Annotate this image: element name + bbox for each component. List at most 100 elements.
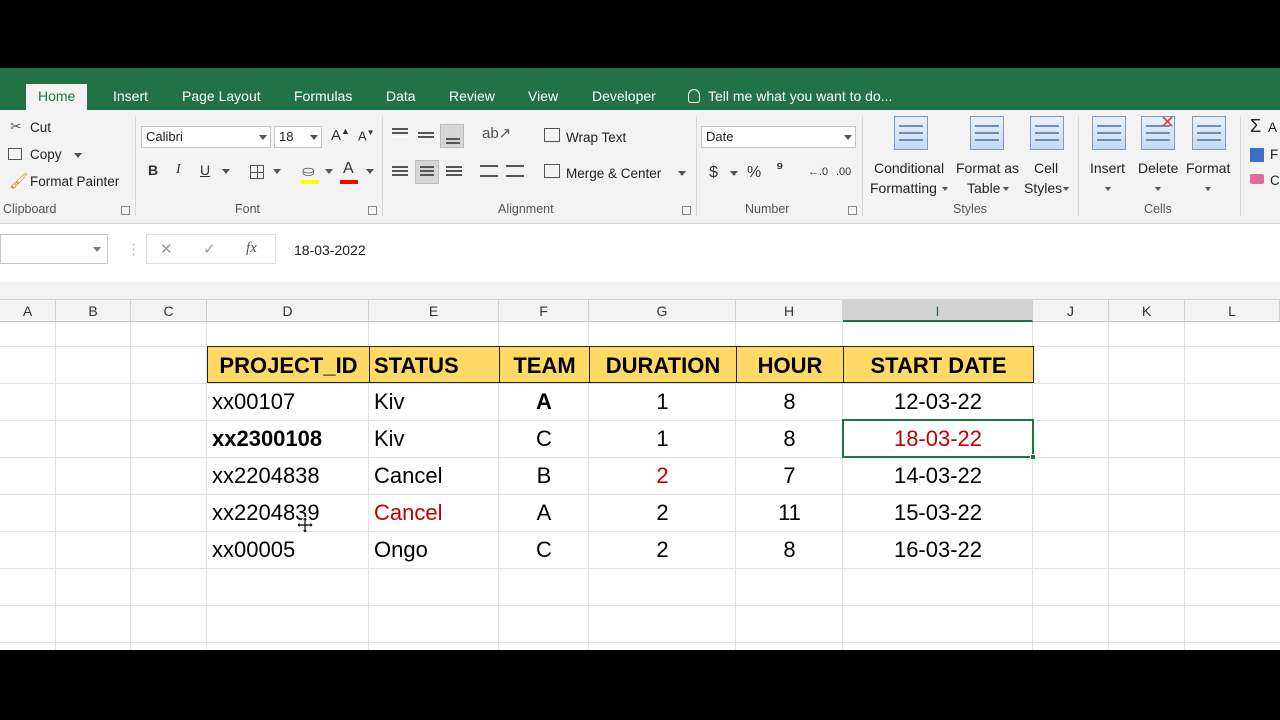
header-project-id[interactable]: PROJECT_ID: [207, 346, 370, 383]
cancel-icon[interactable]: ✕: [160, 240, 173, 258]
align-right-icon[interactable]: [446, 166, 462, 168]
grow-font-button[interactable]: A▲: [331, 126, 350, 144]
top-align-icon[interactable]: [392, 128, 408, 130]
cell-team[interactable]: A: [499, 494, 589, 531]
wrap-text-button[interactable]: Wrap Text: [566, 130, 626, 145]
cell-team[interactable]: A: [499, 383, 589, 420]
font-color-button[interactable]: A: [343, 160, 354, 178]
increase-indent-icon[interactable]: [506, 165, 524, 177]
borders-icon[interactable]: [250, 165, 264, 179]
tab-insert[interactable]: Insert: [101, 84, 160, 110]
font-launcher-icon[interactable]: [368, 206, 377, 215]
header-duration[interactable]: DURATION: [589, 346, 737, 383]
conditional-formatting-label2[interactable]: Formatting: [870, 180, 937, 196]
cell-duration[interactable]: 2: [589, 494, 736, 531]
column-header-h[interactable]: H: [736, 300, 843, 322]
column-header-f[interactable]: F: [499, 300, 589, 322]
cell-status[interactable]: Cancel: [369, 457, 499, 494]
delete-cells-button[interactable]: Delete: [1138, 160, 1178, 176]
cell-team[interactable]: B: [499, 457, 589, 494]
comma-style-button[interactable]: ⁹: [776, 160, 784, 178]
conditional-formatting-label1[interactable]: Conditional: [874, 160, 944, 176]
middle-align-icon[interactable]: [418, 132, 434, 134]
format-dropdown-icon[interactable]: [1205, 187, 1211, 191]
increase-decimal-button[interactable]: ←.0: [808, 166, 828, 178]
format-cells-button[interactable]: Format: [1186, 160, 1230, 176]
cell-project-id[interactable]: xx2204838: [207, 457, 369, 494]
tab-developer[interactable]: Developer: [580, 84, 668, 110]
header-start-date[interactable]: START DATE: [843, 346, 1034, 383]
column-header-a[interactable]: A: [0, 300, 56, 322]
tab-home[interactable]: Home: [26, 84, 88, 110]
cell-duration[interactable]: 2: [589, 457, 736, 494]
formula-input[interactable]: 18-03-2022: [294, 242, 366, 258]
cell-styles-dropdown-icon[interactable]: [1063, 187, 1069, 191]
copy-button[interactable]: Copy: [30, 147, 62, 162]
copy-dropdown-icon[interactable]: [74, 153, 82, 158]
header-team[interactable]: TEAM: [499, 346, 590, 383]
format-as-table-label2[interactable]: Table: [967, 180, 1000, 196]
insert-function-button[interactable]: fx: [246, 240, 257, 257]
delete-dropdown-icon[interactable]: [1155, 187, 1161, 191]
name-box[interactable]: [0, 234, 108, 264]
cell-start-date[interactable]: 12-03-22: [843, 383, 1033, 420]
cell-project-id[interactable]: xx00107: [207, 383, 369, 420]
decrease-decimal-button[interactable]: .00: [836, 166, 851, 178]
alignment-launcher-icon[interactable]: [682, 206, 691, 215]
cell-start-date[interactable]: 15-03-22: [843, 494, 1033, 531]
tab-view[interactable]: View: [516, 84, 570, 110]
currency-button[interactable]: $: [709, 164, 718, 182]
autosum-icon[interactable]: Σ: [1250, 116, 1261, 137]
cut-button[interactable]: Cut: [30, 120, 51, 135]
borders-dropdown-icon[interactable]: [273, 169, 281, 174]
cell-hour[interactable]: 8: [736, 383, 843, 420]
cell-hour[interactable]: 8: [736, 531, 843, 568]
merge-center-button[interactable]: Merge & Center: [566, 166, 661, 181]
italic-button[interactable]: I: [176, 162, 181, 178]
orientation-icon[interactable]: ab↗: [482, 124, 511, 142]
clear-icon[interactable]: [1250, 174, 1264, 184]
number-format-select[interactable]: Date: [701, 126, 856, 148]
number-launcher-icon[interactable]: [848, 206, 857, 215]
column-header-d[interactable]: D: [207, 300, 369, 322]
column-header-j[interactable]: J: [1033, 300, 1109, 322]
cell-duration[interactable]: 2: [589, 531, 736, 568]
currency-dropdown-icon[interactable]: [730, 171, 738, 176]
worksheet-grid[interactable]: PROJECT_ID STATUS TEAM DURATION HOUR STA…: [0, 322, 1280, 650]
column-header-e[interactable]: E: [369, 300, 499, 322]
cell-hour[interactable]: 8: [736, 420, 843, 457]
header-hour[interactable]: HOUR: [736, 346, 844, 383]
cell-hour[interactable]: 7: [736, 457, 843, 494]
fill-handle[interactable]: [1030, 454, 1036, 460]
format-as-table-label1[interactable]: Format as: [956, 160, 1019, 176]
clipboard-launcher-icon[interactable]: [121, 206, 130, 215]
cell-project-id[interactable]: xx2204839: [207, 494, 369, 531]
font-color-dropdown-icon[interactable]: [366, 169, 374, 174]
cell-project-id[interactable]: xx2300108: [207, 420, 369, 457]
column-header-l[interactable]: L: [1185, 300, 1280, 322]
column-header-i[interactable]: I: [843, 300, 1033, 322]
column-header-c[interactable]: C: [131, 300, 207, 322]
merge-dropdown-icon[interactable]: [678, 171, 686, 176]
column-header-g[interactable]: G: [589, 300, 736, 322]
name-box-dropdown-icon[interactable]: [93, 247, 101, 252]
fill-color-icon[interactable]: ⛀: [302, 162, 315, 180]
align-left-icon[interactable]: [392, 166, 408, 168]
cell-team[interactable]: C: [499, 531, 589, 568]
shrink-font-button[interactable]: A▼: [358, 128, 375, 143]
format-table-dropdown-icon[interactable]: [1003, 187, 1009, 191]
conditional-dropdown-icon[interactable]: [942, 187, 948, 191]
tab-data[interactable]: Data: [374, 84, 428, 110]
underline-button[interactable]: U: [200, 162, 210, 178]
decrease-indent-icon[interactable]: [480, 165, 498, 177]
cell-status[interactable]: Kiv: [369, 383, 499, 420]
cell-duration[interactable]: 1: [589, 383, 736, 420]
cell-styles-label1[interactable]: Cell: [1034, 160, 1058, 176]
column-header-k[interactable]: K: [1109, 300, 1185, 322]
header-status[interactable]: STATUS: [369, 346, 500, 383]
cell-start-date[interactable]: 16-03-22: [843, 531, 1033, 568]
tell-me-search[interactable]: Tell me what you want to do...: [688, 84, 892, 110]
insert-dropdown-icon[interactable]: [1105, 187, 1111, 191]
bottom-align-icon[interactable]: [440, 124, 464, 148]
insert-cells-button[interactable]: Insert: [1090, 160, 1125, 176]
